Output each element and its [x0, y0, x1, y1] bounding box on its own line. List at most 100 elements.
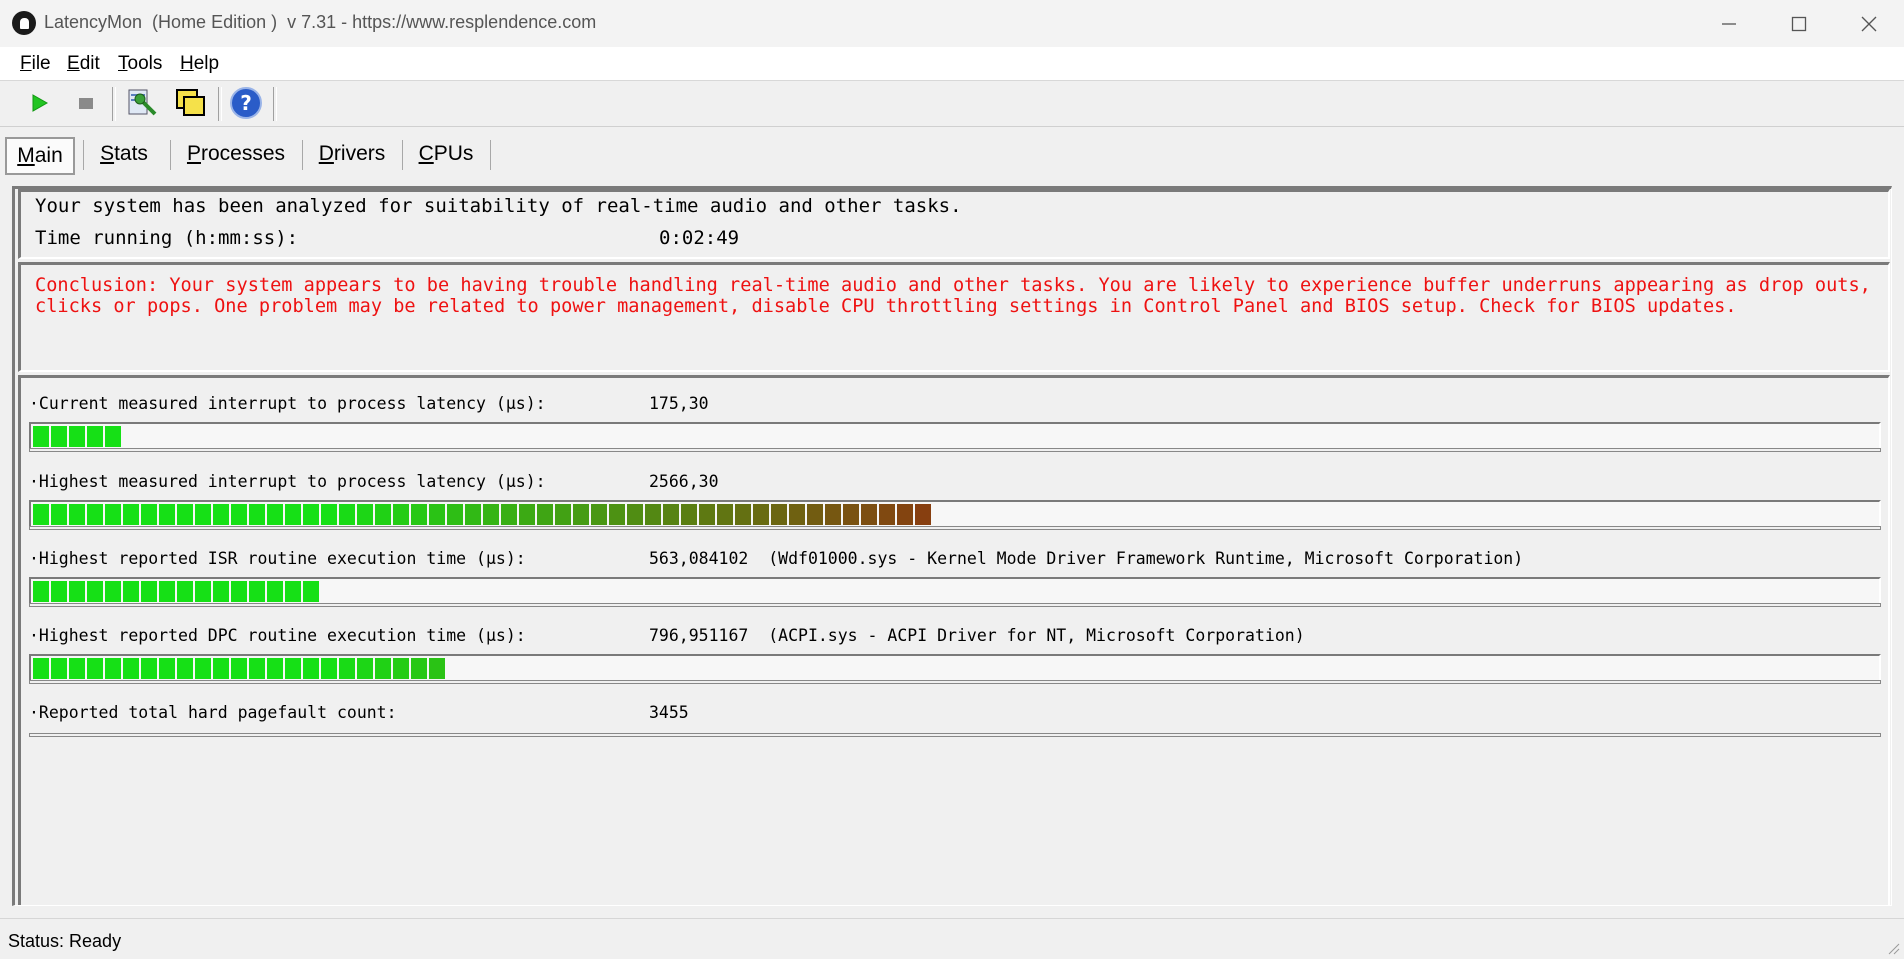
bar-segment [123, 504, 139, 525]
bar-segment [591, 504, 607, 525]
bar-segment [843, 504, 859, 525]
menu-file[interactable]: File [20, 53, 51, 75]
menu-bar: File Edit Tools Help [0, 47, 1904, 81]
bar-segment [825, 504, 841, 525]
stop-button[interactable] [68, 85, 104, 121]
bar-segment [357, 658, 373, 679]
bar-segment [141, 504, 157, 525]
bar-segment [357, 504, 373, 525]
bar-segment [159, 504, 175, 525]
tab-processes[interactable]: Processes [178, 137, 294, 171]
bar-fill [33, 581, 321, 602]
main-panel: Your system has been analyzed for suitab… [12, 186, 1892, 906]
bar-segment [609, 504, 625, 525]
tab-separator [402, 140, 403, 170]
bar-segment [177, 581, 193, 602]
report-icon [128, 89, 157, 116]
bar-segment [105, 658, 121, 679]
bar-segment [771, 504, 787, 525]
bar-segment [33, 426, 49, 447]
status-bar: Status: Ready [0, 918, 1904, 959]
bar-segment [879, 504, 895, 525]
bar-segment [249, 658, 265, 679]
maximize-button[interactable] [1764, 0, 1834, 47]
bar-segment [69, 581, 85, 602]
bar-segment [69, 426, 85, 447]
bar-divider [29, 680, 1881, 684]
bar-segment [285, 581, 301, 602]
bar-segment [51, 504, 67, 525]
menu-help[interactable]: Help [180, 53, 219, 75]
conclusion-box: Conclusion: Your system appears to be ha… [18, 262, 1890, 372]
bar-segment [375, 658, 391, 679]
app-logo-icon [12, 11, 36, 35]
bar-segment [51, 581, 67, 602]
bar-segment [645, 504, 661, 525]
report-button[interactable] [124, 85, 160, 121]
tab-main[interactable]: Main [5, 137, 75, 175]
tab-separator [490, 140, 491, 170]
bar-segment [375, 504, 391, 525]
bar-segment [861, 504, 877, 525]
windows-icon [176, 89, 205, 116]
stop-icon [79, 98, 93, 109]
menu-edit[interactable]: Edit [67, 53, 100, 75]
metric-label-isr: ·Highest reported ISR routine execution … [29, 549, 526, 568]
bar-segment [177, 658, 193, 679]
bar-segment [789, 504, 805, 525]
bar-segment [177, 504, 193, 525]
bar-segment [267, 581, 283, 602]
bar-segment [519, 504, 535, 525]
bar-segment [105, 581, 121, 602]
svg-text:?: ? [240, 91, 252, 115]
bar-segment [195, 658, 211, 679]
bar-divider [29, 526, 1881, 530]
metric-value-current-latency: 175,30 [649, 394, 709, 413]
bar-segment [573, 504, 589, 525]
bar-segment [411, 504, 427, 525]
metric-label-pagefault: ·Reported total hard pagefault count: [29, 703, 397, 722]
resize-grip-icon[interactable] [1886, 941, 1900, 955]
bar-segment [285, 658, 301, 679]
bar-segment [897, 504, 913, 525]
bar-segment [285, 504, 301, 525]
bar-segment [447, 504, 463, 525]
bar-segment [123, 658, 139, 679]
status-text: Status: Ready [8, 931, 122, 951]
bar-segment [231, 658, 247, 679]
metric-value-pagefault: 3455 [649, 703, 689, 722]
close-button[interactable] [1834, 0, 1904, 47]
bar-fill [33, 426, 123, 447]
help-icon: ? [230, 87, 262, 119]
bar-segment [303, 658, 319, 679]
bar-segment [753, 504, 769, 525]
bar-segment [213, 504, 229, 525]
time-running-label: Time running (h:mm:ss): [35, 227, 299, 249]
bar-segment [87, 426, 103, 447]
window-title: LatencyMon (Home Edition ) v 7.31 - http… [44, 12, 597, 32]
bar-segment [411, 658, 427, 679]
metric-label-highest-latency: ·Highest measured interrupt to process l… [29, 472, 546, 491]
tab-separator [170, 140, 171, 170]
bar-divider [29, 448, 1881, 452]
tab-cpus[interactable]: C PUs [410, 137, 482, 171]
tab-stats[interactable]: Stats [90, 137, 158, 171]
bar-segment [267, 504, 283, 525]
bar-segment [51, 658, 67, 679]
help-button[interactable]: ? [228, 85, 264, 121]
bar-segment [321, 504, 337, 525]
tab-drivers[interactable]: Drivers [310, 137, 394, 171]
minimize-button[interactable] [1694, 0, 1764, 47]
toolbar-separator [218, 87, 222, 121]
toolbar-separator [112, 87, 116, 121]
windows-button[interactable] [172, 85, 208, 121]
bar-segment [555, 504, 571, 525]
menu-tools[interactable]: Tools [118, 53, 162, 75]
bar-segment [51, 426, 67, 447]
title-bar: LatencyMon (Home Edition ) v 7.31 - http… [0, 0, 1904, 47]
bar-segment [141, 581, 157, 602]
start-button[interactable] [21, 85, 57, 121]
bar-segment [249, 581, 265, 602]
maximize-icon [1791, 16, 1807, 31]
bar-segment [321, 658, 337, 679]
